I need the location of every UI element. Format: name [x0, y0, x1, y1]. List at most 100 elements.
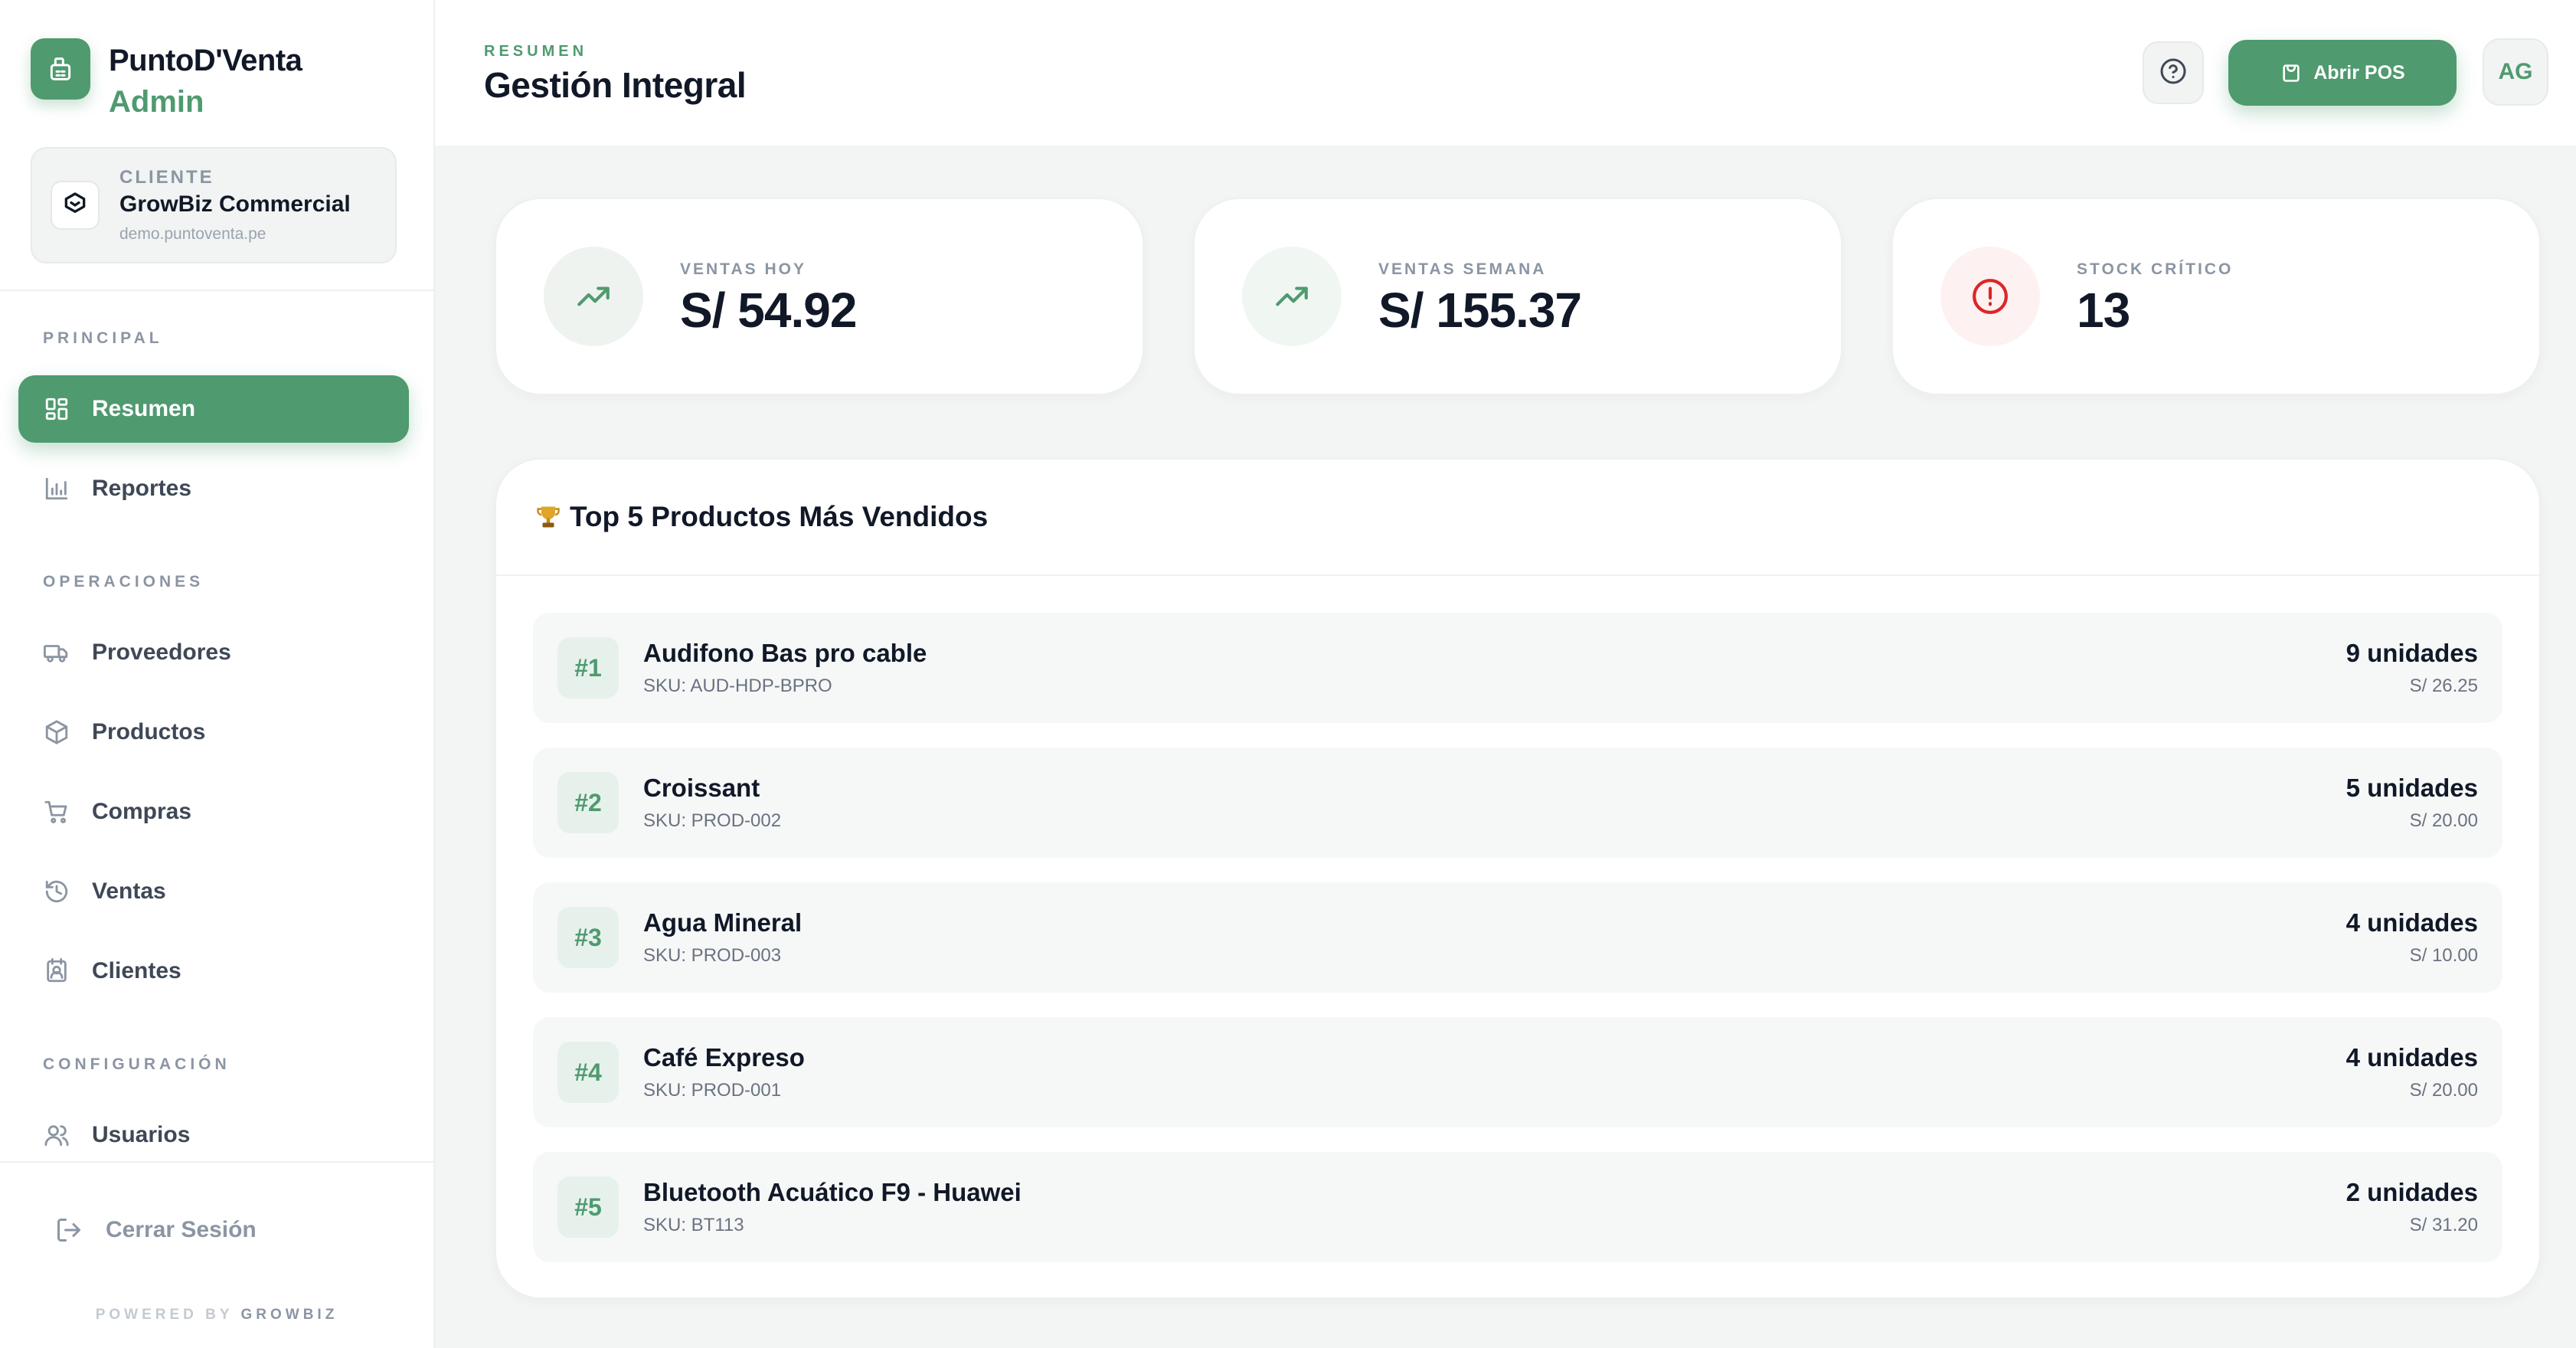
sidebar-item-label: Ventas	[92, 878, 166, 904]
product-name: Audifono Bas pro cable	[643, 639, 927, 667]
logout-button[interactable]: Cerrar Sesión	[54, 1215, 257, 1245]
history-icon	[43, 878, 70, 905]
product-units: 9 unidades	[2346, 639, 2478, 667]
cart-icon	[43, 798, 70, 826]
product-units: 4 unidades	[2346, 908, 2478, 937]
product-name: Agua Mineral	[643, 908, 803, 937]
product-units: 5 unidades	[2346, 774, 2478, 802]
logout-label: Cerrar Sesión	[106, 1217, 257, 1242]
help-button[interactable]	[2143, 41, 2204, 104]
logout-icon	[54, 1215, 84, 1245]
stat-card-stock-critico: STOCK CRÍTICO 13	[1891, 198, 2541, 395]
page-title: Gestión Integral	[484, 65, 747, 105]
product-name: Bluetooth Acuático F9 - Huawei	[643, 1178, 1022, 1206]
powered-by: POWERED BY GROWBIZ	[0, 1307, 433, 1323]
section-label-operaciones: OPERACIONES	[43, 573, 204, 591]
client-name: GrowBiz Commercial	[119, 191, 351, 217]
rank-badge: #1	[557, 637, 619, 699]
product-name: Croissant	[643, 774, 760, 802]
users-icon	[43, 1121, 70, 1149]
product-amount: S/ 20.00	[2409, 810, 2478, 831]
stat-card-ventas-hoy: VENTAS HOY S/ 54.92	[495, 198, 1144, 395]
product-units: 4 unidades	[2346, 1043, 2478, 1072]
sidebar-item-proveedores[interactable]: Proveedores	[18, 619, 409, 686]
product-amount: S/ 26.25	[2409, 676, 2478, 696]
list-item[interactable]: #3 Agua Mineral SKU: PROD-003 4 unidades…	[533, 882, 2502, 993]
sidebar-divider-bottom	[0, 1161, 433, 1163]
open-pos-button[interactable]: Abrir POS	[2228, 40, 2457, 106]
contact-icon	[43, 957, 70, 985]
sidebar-item-label: Proveedores	[92, 640, 231, 665]
top-header: RESUMEN Gestión Integral Abrir POS AG	[435, 0, 2576, 146]
product-sku: SKU: PROD-001	[643, 1080, 782, 1101]
sidebar: PuntoD'Venta Admin CLIENTE GrowBiz Comme…	[0, 0, 435, 1348]
sidebar-item-productos[interactable]: Productos	[18, 699, 409, 766]
top-products-card: Top 5 Productos Más Vendidos #1 Audifono…	[495, 458, 2541, 1299]
sidebar-item-label: Productos	[92, 719, 206, 744]
brand-name: PuntoD'Venta	[109, 44, 302, 77]
sidebar-item-label: Compras	[92, 799, 192, 824]
sidebar-item-label: Clientes	[92, 958, 181, 983]
sidebar-item-reportes[interactable]: Reportes	[18, 455, 409, 522]
alert-circle-icon	[1940, 247, 2040, 346]
sidebar-item-ventas[interactable]: Ventas	[18, 858, 409, 925]
open-pos-label: Abrir POS	[2313, 61, 2405, 83]
trending-up-icon	[1242, 247, 1342, 346]
list-item[interactable]: #1 Audifono Bas pro cable SKU: AUD-HDP-B…	[533, 613, 2502, 723]
trending-up-icon	[544, 247, 643, 346]
stat-label: VENTAS SEMANA	[1378, 260, 1547, 278]
client-card[interactable]: CLIENTE GrowBiz Commercial demo.puntoven…	[31, 147, 397, 263]
list-item[interactable]: #4 Café Expreso SKU: PROD-001 4 unidades…	[533, 1017, 2502, 1127]
product-sku: SKU: AUD-HDP-BPRO	[643, 676, 832, 696]
product-units: 2 unidades	[2346, 1178, 2478, 1206]
stat-label: STOCK CRÍTICO	[2077, 260, 2234, 278]
cash-register-icon	[31, 38, 90, 100]
sidebar-item-usuarios[interactable]: Usuarios	[18, 1101, 409, 1169]
client-label: CLIENTE	[119, 167, 214, 188]
page-eyebrow: RESUMEN	[484, 43, 588, 60]
rank-badge: #5	[557, 1176, 619, 1238]
grid-icon	[43, 395, 70, 423]
box-icon	[43, 718, 70, 746]
stat-label: VENTAS HOY	[680, 260, 806, 278]
sidebar-item-label: Usuarios	[92, 1122, 191, 1147]
client-domain: demo.puntoventa.pe	[119, 225, 266, 243]
product-sku: SKU: PROD-002	[643, 810, 782, 831]
sidebar-item-resumen[interactable]: Resumen	[18, 375, 409, 443]
rank-badge: #2	[557, 772, 619, 833]
help-circle-icon	[2159, 57, 2187, 89]
product-amount: S/ 10.00	[2409, 945, 2478, 966]
sidebar-divider	[0, 290, 433, 291]
stat-card-ventas-semana: VENTAS SEMANA S/ 155.37	[1193, 198, 1842, 395]
rank-badge: #3	[557, 907, 619, 968]
powered-by-brand: GROWBIZ	[240, 1307, 338, 1323]
sidebar-item-label: Reportes	[92, 476, 192, 501]
top-products-title: Top 5 Productos Más Vendidos	[533, 501, 988, 533]
top-products-title-text: Top 5 Productos Más Vendidos	[570, 501, 989, 532]
trophy-icon	[533, 502, 564, 532]
product-amount: S/ 20.00	[2409, 1080, 2478, 1101]
section-label-principal: PRINCIPAL	[43, 329, 163, 347]
list-item[interactable]: #2 Croissant SKU: PROD-002 5 unidades S/…	[533, 748, 2502, 858]
product-sku: SKU: PROD-003	[643, 945, 782, 966]
sidebar-item-label: Resumen	[92, 396, 196, 421]
product-name: Café Expreso	[643, 1043, 805, 1072]
brand[interactable]: PuntoD'Venta Admin	[31, 38, 302, 123]
brand-role: Admin	[109, 85, 204, 119]
stat-value: 13	[2077, 283, 2130, 338]
section-label-configuracion: CONFIGURACIÓN	[43, 1055, 230, 1073]
stat-value: S/ 155.37	[1378, 283, 1582, 338]
product-amount: S/ 31.20	[2409, 1215, 2478, 1235]
bar-chart-icon	[43, 475, 70, 502]
truck-icon	[43, 639, 70, 666]
list-item[interactable]: #5 Bluetooth Acuático F9 - Huawei SKU: B…	[533, 1152, 2502, 1262]
product-sku: SKU: BT113	[643, 1215, 744, 1235]
sidebar-item-compras[interactable]: Compras	[18, 778, 409, 846]
rank-badge: #4	[557, 1042, 619, 1103]
shopping-bag-icon	[2280, 61, 2303, 84]
stat-value: S/ 54.92	[680, 283, 857, 338]
powered-by-prefix: POWERED BY	[95, 1307, 234, 1323]
top-products-divider	[496, 574, 2539, 576]
avatar[interactable]: AG	[2483, 38, 2548, 106]
sidebar-item-clientes[interactable]: Clientes	[18, 937, 409, 1005]
